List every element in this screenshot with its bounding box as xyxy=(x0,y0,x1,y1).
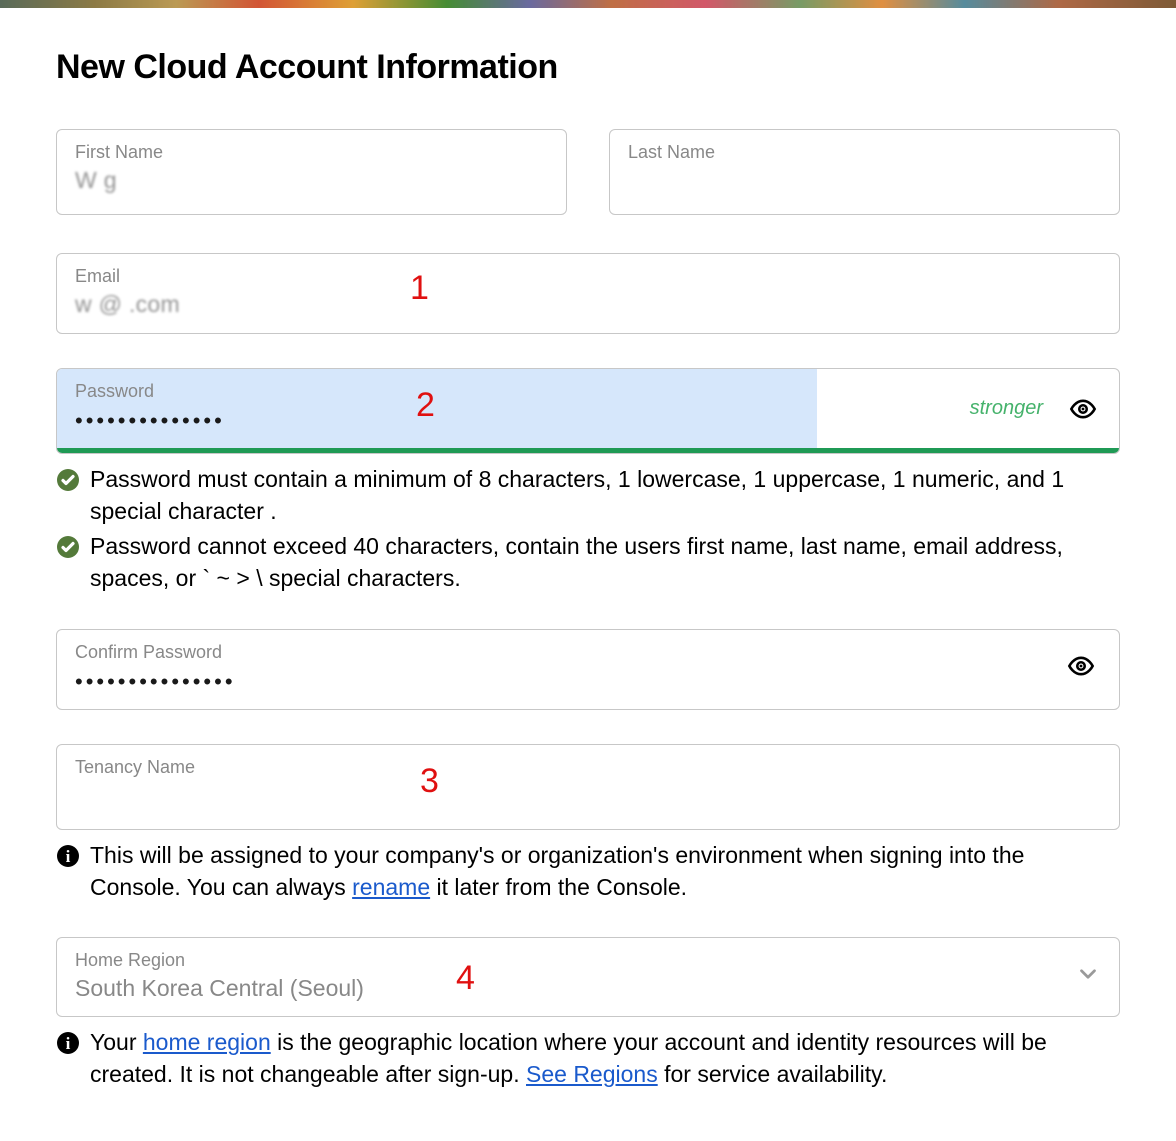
info-icon: i xyxy=(56,1031,80,1055)
svg-text:i: i xyxy=(66,847,71,866)
password-label: Password xyxy=(75,381,799,402)
check-icon xyxy=(56,535,80,559)
email-label: Email xyxy=(75,266,1101,287)
last-name-field[interactable]: Last Name xyxy=(609,129,1120,215)
page-title: New Cloud Account Information xyxy=(56,48,1120,87)
home-region-select[interactable]: Home Region South Korea Central (Seoul) xyxy=(56,937,1120,1017)
home-region-value: South Korea Central (Seoul) xyxy=(75,975,364,1001)
chevron-down-icon xyxy=(1075,961,1101,992)
rename-link[interactable]: rename xyxy=(352,874,430,900)
confirm-password-value: ••••••••••••••• xyxy=(75,667,1067,695)
password-rule-2: Password cannot exceed 40 characters, co… xyxy=(56,531,1120,594)
region-info: i Your home region is the geographic loc… xyxy=(56,1027,1120,1090)
toggle-confirm-password-visibility-icon[interactable] xyxy=(1067,652,1101,685)
tenancy-name-label: Tenancy Name xyxy=(75,757,1101,778)
password-strength-text: stronger xyxy=(970,397,1043,420)
decorative-top-strip xyxy=(0,0,1176,8)
tenancy-name-field[interactable]: Tenancy Name xyxy=(56,744,1120,830)
home-region-link[interactable]: home region xyxy=(143,1029,271,1055)
info-icon: i xyxy=(56,844,80,868)
svg-text:i: i xyxy=(66,1034,71,1053)
password-value: •••••••••••••• xyxy=(75,406,799,434)
password-strength-bar xyxy=(57,448,1119,453)
toggle-password-visibility-icon[interactable] xyxy=(1069,395,1097,423)
first-name-value: W g xyxy=(75,167,117,195)
home-region-label: Home Region xyxy=(75,950,1075,971)
last-name-label: Last Name xyxy=(628,142,1101,163)
first-name-label: First Name xyxy=(75,142,548,163)
password-field[interactable]: Password •••••••••••••• stronger xyxy=(56,368,1120,454)
check-icon xyxy=(56,468,80,492)
confirm-password-field[interactable]: Confirm Password ••••••••••••••• xyxy=(56,629,1120,710)
tenancy-info: i This will be assigned to your company'… xyxy=(56,840,1120,903)
email-field[interactable]: Email w @ .com xyxy=(56,253,1120,334)
see-regions-link[interactable]: See Regions xyxy=(526,1061,658,1087)
email-value: w @ .com xyxy=(75,291,180,319)
confirm-password-label: Confirm Password xyxy=(75,642,1067,663)
first-name-field[interactable]: First Name W g xyxy=(56,129,567,215)
password-rule-1: Password must contain a minimum of 8 cha… xyxy=(56,464,1120,527)
